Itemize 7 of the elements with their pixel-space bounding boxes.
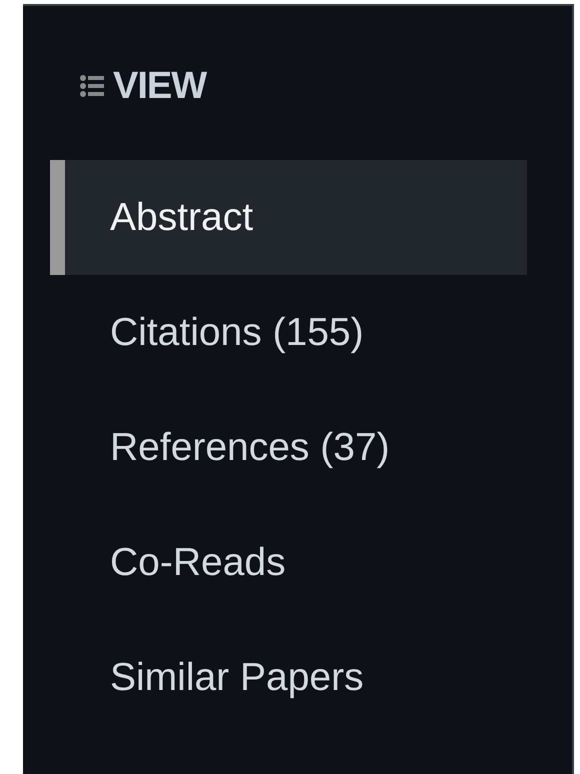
section-title: VIEW bbox=[113, 64, 206, 108]
nav-item[interactable]: Co-Reads bbox=[50, 505, 527, 620]
nav-item[interactable]: References (37) bbox=[50, 390, 527, 505]
nav-item[interactable]: Abstract bbox=[50, 160, 527, 275]
nav-item[interactable]: Citations (155) bbox=[50, 275, 527, 390]
list-icon bbox=[80, 75, 104, 97]
nav-item[interactable]: Similar Papers bbox=[50, 620, 527, 735]
